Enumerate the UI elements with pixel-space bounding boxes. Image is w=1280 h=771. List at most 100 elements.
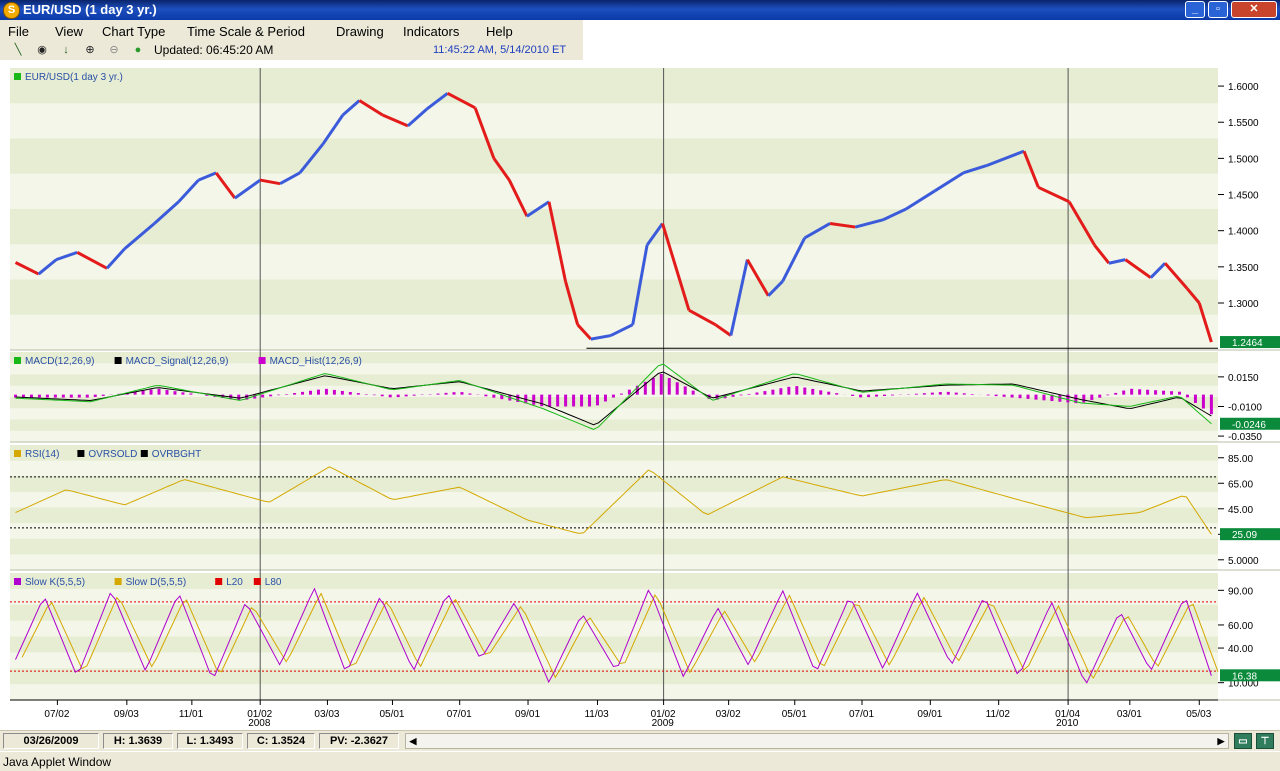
status-bar: 03/26/2009 H: 1.3639 L: 1.3493 C: 1.3524… xyxy=(0,730,1280,751)
last-value-label: 25.09 xyxy=(1232,530,1257,541)
y-tick-label: 85.00 xyxy=(1228,454,1253,465)
y-tick-label: 90.00 xyxy=(1228,586,1253,597)
x-tick-label: 03/02 xyxy=(716,709,741,720)
x-tick-label: 11/01 xyxy=(179,709,204,720)
legend-label: L20 xyxy=(226,577,243,588)
updated-time: Updated: 06:45:20 AM xyxy=(154,43,274,57)
x-tick-label: 09/01 xyxy=(917,709,942,720)
legend-swatch xyxy=(14,578,21,585)
last-value-label: -0.0246 xyxy=(1232,420,1266,431)
grid-band xyxy=(10,668,1218,685)
x-tick-label: 05/03 xyxy=(1186,709,1211,720)
menu-indicators[interactable]: Indicators xyxy=(403,24,459,39)
horizontal-scrollbar[interactable]: ◀ ▶ xyxy=(405,733,1229,749)
menu-view[interactable]: View xyxy=(55,24,83,39)
legend-swatch xyxy=(253,578,261,585)
legend-swatch xyxy=(14,357,21,364)
y-tick-label: 1.6000 xyxy=(1228,82,1259,93)
zoom-in-icon[interactable]: ⊕ xyxy=(82,42,98,58)
menu-chart-type[interactable]: Chart Type xyxy=(102,24,165,39)
grid-band xyxy=(10,476,1218,492)
legend-swatch xyxy=(258,357,266,364)
grid-band xyxy=(10,604,1218,621)
settings-toggle-icon[interactable]: ⊤ xyxy=(1256,733,1274,749)
y-tick-label: 1.4500 xyxy=(1228,191,1259,202)
scroll-left-icon[interactable]: ◀ xyxy=(406,734,420,748)
java-applet-label: Java Applet Window xyxy=(3,755,112,769)
x-tick-label: 03/01 xyxy=(1117,709,1142,720)
menu-help[interactable]: Help xyxy=(486,24,513,39)
x-tick-label: 03/03 xyxy=(314,709,339,720)
legend-label: OVRBGHT xyxy=(152,449,201,460)
y-tick-label: 40.00 xyxy=(1228,644,1253,655)
grid-band xyxy=(10,374,1218,386)
layout-toggle-icon[interactable]: ▭ xyxy=(1234,733,1252,749)
x-year-label: 2008 xyxy=(248,718,271,729)
y-tick-label: 65.00 xyxy=(1228,479,1253,490)
x-tick-label: 07/01 xyxy=(447,709,472,720)
legend-swatch xyxy=(215,578,223,585)
y-tick-label: 5.0000 xyxy=(1228,556,1259,567)
crosshair-icon[interactable]: ◉ xyxy=(34,42,50,58)
minimize-button[interactable]: _ xyxy=(1185,1,1205,18)
menu-file[interactable]: File xyxy=(8,24,29,39)
x-tick-label: 05/01 xyxy=(782,709,807,720)
status-pv: PV: -2.3627 xyxy=(319,733,399,749)
grid-band xyxy=(10,138,1218,174)
y-tick-label: 1.3500 xyxy=(1228,263,1259,274)
x-tick-label: 05/01 xyxy=(379,709,404,720)
grid-band xyxy=(10,419,1218,431)
y-tick-label: 60.00 xyxy=(1228,621,1253,632)
menu-bar: File View Chart Type Time Scale & Period… xyxy=(0,20,583,40)
y-tick-label: -0.0350 xyxy=(1228,432,1262,443)
menu-drawing[interactable]: Drawing xyxy=(336,24,384,39)
java-applet-bar: Java Applet Window xyxy=(0,751,1280,771)
x-tick-label: 09/03 xyxy=(114,709,139,720)
chart-area[interactable]: EUR/USD(1 day 3 yr.) 1.6000 1.5500 1.5000 1.… xyxy=(0,60,1280,730)
status-dot-icon: ● xyxy=(134,44,142,56)
maximize-button[interactable]: ▫ xyxy=(1208,1,1228,18)
legend-label: RSI(14) xyxy=(25,449,59,460)
grid-band xyxy=(10,279,1218,315)
grid-band xyxy=(10,507,1218,524)
y-tick-label: 45.00 xyxy=(1228,505,1253,516)
legend-swatch xyxy=(77,450,85,457)
status-close: C: 1.3524 xyxy=(247,733,315,749)
legend-swatch xyxy=(14,73,21,80)
y-tick-label: 0.0150 xyxy=(1228,373,1259,384)
legend-swatch xyxy=(114,357,122,364)
line-draw-icon[interactable]: ╲ xyxy=(10,42,26,58)
legend-label: Slow K(5,5,5) xyxy=(25,577,85,588)
grid-band xyxy=(10,209,1218,245)
toolbar: ╲ ◉ ↓ ⊕ ⊖ ● Updated: 06:45:20 AM 11:45:2… xyxy=(0,40,583,61)
x-tick-label: 11/02 xyxy=(986,709,1011,720)
legend-label: Slow D(5,5,5) xyxy=(126,577,187,588)
window-title: EUR/USD (1 day 3 yr.) xyxy=(23,2,157,17)
close-button[interactable]: ✕ xyxy=(1231,1,1277,18)
legend-label: MACD_Hist(12,26,9) xyxy=(270,356,362,367)
toolbar-blank-area xyxy=(583,20,1280,60)
x-tick-label: 07/01 xyxy=(849,709,874,720)
legend-swatch xyxy=(114,578,122,585)
scroll-right-icon[interactable]: ▶ xyxy=(1214,734,1228,748)
clock-text: 11:45:22 AM, 5/14/2010 ET xyxy=(433,44,567,56)
y-tick-label: 1.5000 xyxy=(1228,154,1259,165)
legend-swatch xyxy=(14,450,21,457)
y-tick-label: 1.4000 xyxy=(1228,227,1259,238)
y-tick-label: 1.3000 xyxy=(1228,299,1259,310)
legend-label: L80 xyxy=(265,577,282,588)
x-year-label: 2009 xyxy=(652,718,675,729)
legend-swatch xyxy=(140,450,148,457)
y-tick-label: -0.0100 xyxy=(1228,402,1262,413)
x-tick-label: 11/03 xyxy=(584,709,609,720)
menu-time-scale[interactable]: Time Scale & Period xyxy=(187,24,305,39)
x-year-label: 2010 xyxy=(1056,718,1079,729)
status-low: L: 1.3493 xyxy=(177,733,243,749)
legend-label: EUR/USD(1 day 3 yr.) xyxy=(25,72,123,83)
legend-label: MACD_Signal(12,26,9) xyxy=(126,356,229,367)
zoom-out-icon[interactable]: ⊖ xyxy=(106,42,122,58)
title-bar: S EUR/USD (1 day 3 yr.) _ ▫ ✕ xyxy=(0,0,1280,20)
arrow-down-icon[interactable]: ↓ xyxy=(58,42,74,58)
x-tick-label: 09/01 xyxy=(515,709,540,720)
status-high: H: 1.3639 xyxy=(103,733,173,749)
